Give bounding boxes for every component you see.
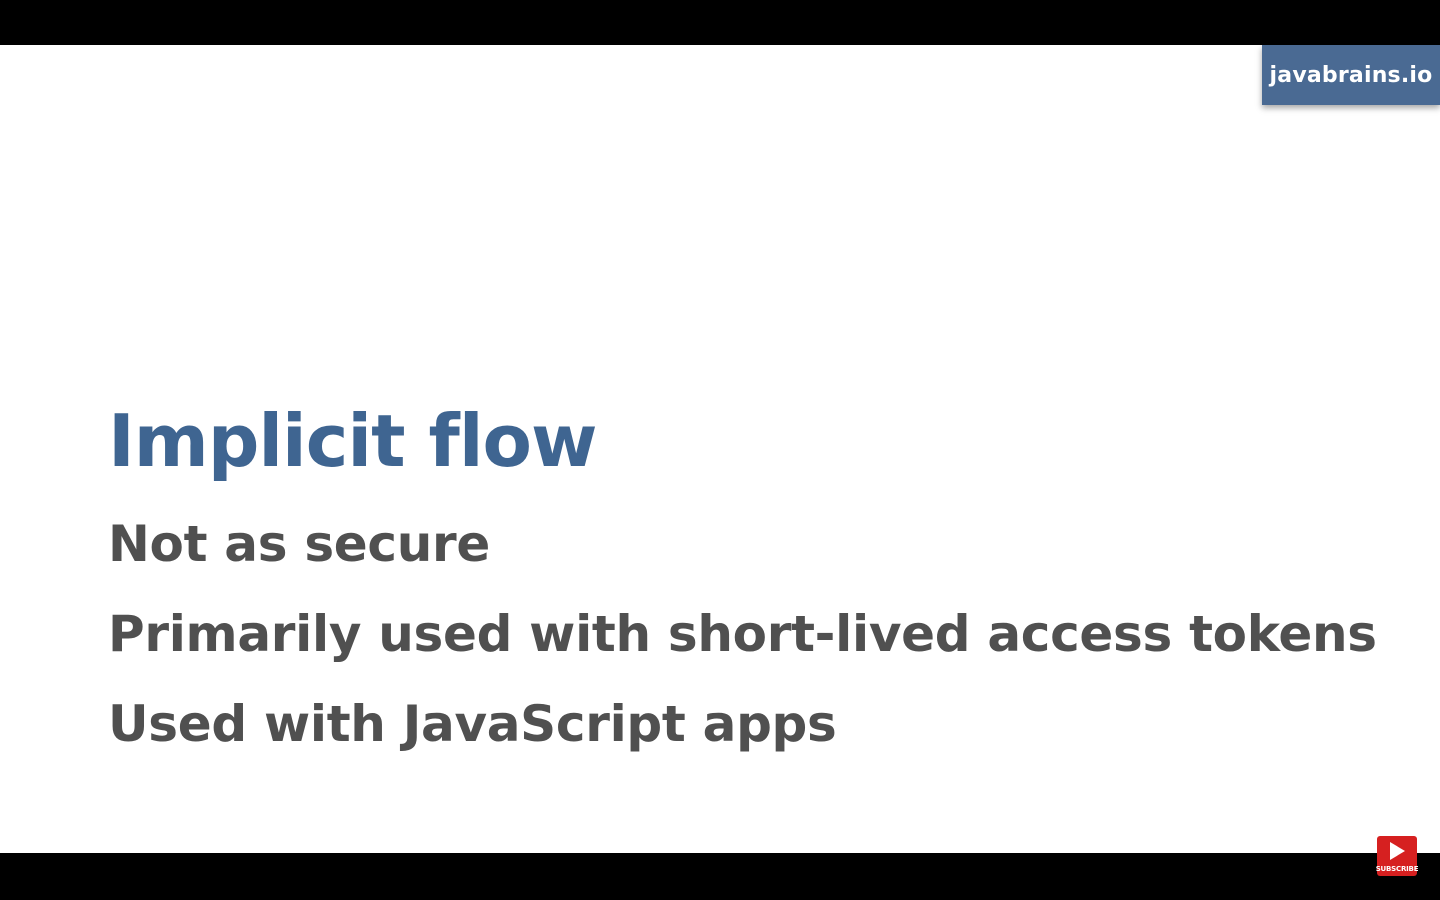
- brand-badge: javabrains.io: [1262, 45, 1440, 105]
- bullet-list: Not as secure Primarily used with short-…: [108, 519, 1377, 789]
- bullet-item: Used with JavaScript apps: [108, 695, 837, 753]
- letterbox-bottom: [0, 853, 1440, 900]
- subscribe-button[interactable]: SUBSCRIBE: [1375, 836, 1419, 876]
- video-frame: javabrains.io Implicit flow Not as secur…: [0, 0, 1440, 900]
- bullet-item: Primarily used with short-lived access t…: [108, 605, 1377, 663]
- letterbox-top: [0, 0, 1440, 45]
- brand-label: javabrains.io: [1269, 62, 1433, 88]
- bullet-item: Not as secure: [108, 515, 490, 573]
- slide-title: Implicit flow: [108, 399, 598, 483]
- subscribe-label: SUBSCRIBE: [1375, 865, 1419, 873]
- play-icon: [1389, 842, 1405, 860]
- slide: javabrains.io Implicit flow Not as secur…: [0, 45, 1440, 853]
